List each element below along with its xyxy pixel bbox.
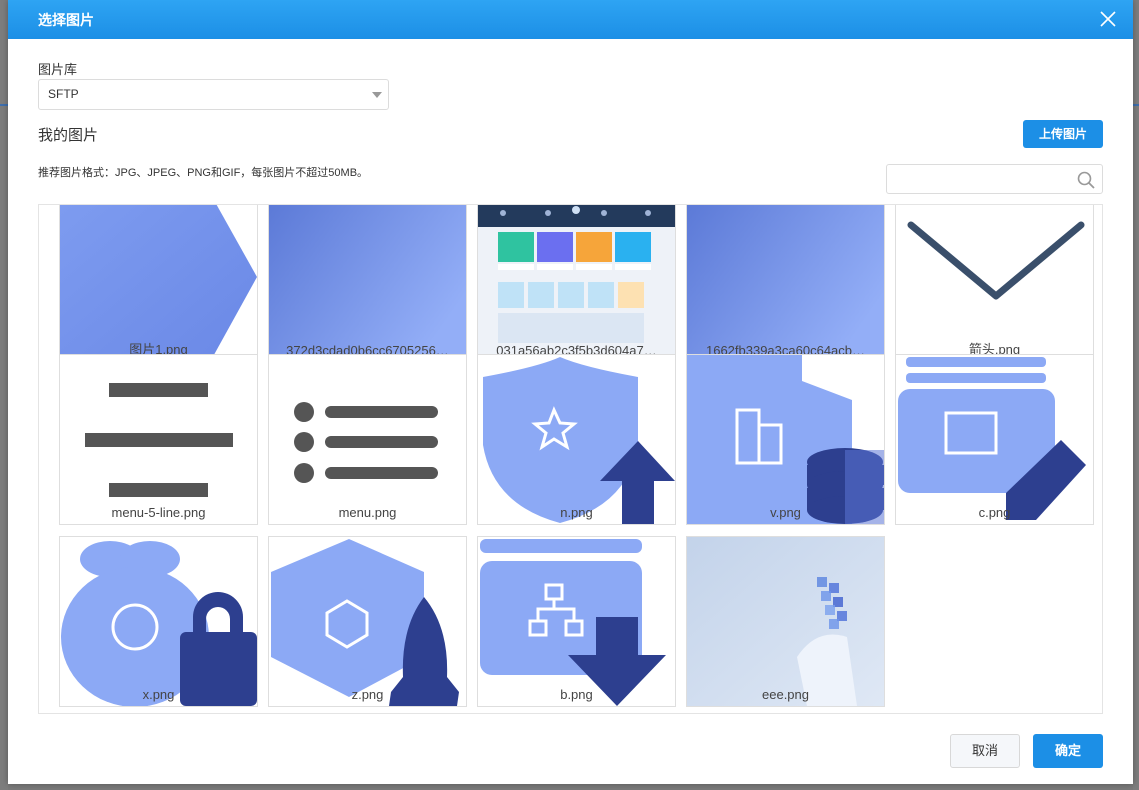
image-name: n.png [560, 505, 593, 520]
image-card[interactable]: eee.png [686, 536, 885, 707]
dashboard-screenshot-thumb [478, 205, 675, 362]
shield-star-upload-icon [483, 357, 675, 524]
image-card[interactable]: menu-5-line.png [59, 354, 258, 525]
image-name: menu.png [338, 505, 397, 520]
search-input[interactable] [886, 164, 1103, 194]
library-select-value: SFTP [48, 87, 79, 101]
receipt-edit-icon [898, 357, 1086, 520]
dialog-title: 选择图片 [38, 11, 94, 28]
image-name: v.png [770, 505, 801, 520]
image-card[interactable]: z.png [268, 536, 467, 707]
blue-gradient-thumb [269, 205, 466, 362]
menu-list-icon [294, 402, 438, 483]
caret-down-icon [372, 92, 382, 98]
background-right [1133, 0, 1139, 790]
image-name: x.png [142, 687, 175, 702]
my-images-title: 我的图片 [38, 127, 99, 144]
select-image-dialog: 选择图片 图片库 SFTP 我的图片 上传图片 推荐图片格式：JPG、JPEG、… [8, 0, 1133, 784]
image-name: eee.png [762, 687, 809, 702]
confirm-button[interactable]: 确定 [1033, 734, 1103, 768]
image-grid: 图片1.png 372d3cdad0b6cc6705256… 031a56ab2… [38, 204, 1103, 714]
library-select[interactable]: SFTP [38, 79, 389, 110]
building-database-icon [687, 355, 884, 524]
image-name: menu-5-line.png [111, 505, 206, 520]
blue-gradient-thumb [687, 205, 884, 362]
image-card[interactable]: 372d3cdad0b6cc6705256… [268, 205, 467, 363]
tech-hand-photo [687, 537, 884, 706]
money-bag-lock-icon [61, 541, 257, 706]
image-name: c.png [978, 505, 1011, 520]
image-card[interactable]: c.png [895, 354, 1094, 525]
image-card[interactable]: n.png [477, 354, 676, 525]
search-icon[interactable] [1076, 170, 1096, 190]
image-card[interactable]: 箭头.png [895, 205, 1094, 363]
hexagon-rocket-icon [271, 539, 459, 706]
image-card[interactable]: b.png [477, 536, 676, 707]
close-icon[interactable] [1099, 10, 1117, 28]
image-card[interactable]: 1662fb339a3ca60c64acb… [686, 205, 885, 363]
image-card[interactable]: x.png [59, 536, 258, 707]
image-card[interactable]: v.png [686, 354, 885, 525]
image-card[interactable]: menu.png [268, 354, 467, 525]
image-name: z.png [351, 687, 384, 702]
library-label: 图片库 [38, 62, 78, 77]
image-card[interactable]: 031a56ab2c3f5b3d604a7… [477, 205, 676, 363]
dialog-titlebar: 选择图片 [8, 0, 1133, 39]
image-name: b.png [560, 687, 593, 702]
background-left [0, 0, 8, 790]
menu-lines-icon [85, 383, 233, 497]
cancel-button[interactable]: 取消 [950, 734, 1020, 768]
upload-image-button[interactable]: 上传图片 [1023, 120, 1103, 148]
format-hint: 推荐图片格式：JPG、JPEG、PNG和GIF，每张图片不超过50MB。 [38, 167, 369, 179]
sitemap-download-icon [480, 539, 666, 706]
image-card[interactable]: 图片1.png [59, 205, 258, 363]
